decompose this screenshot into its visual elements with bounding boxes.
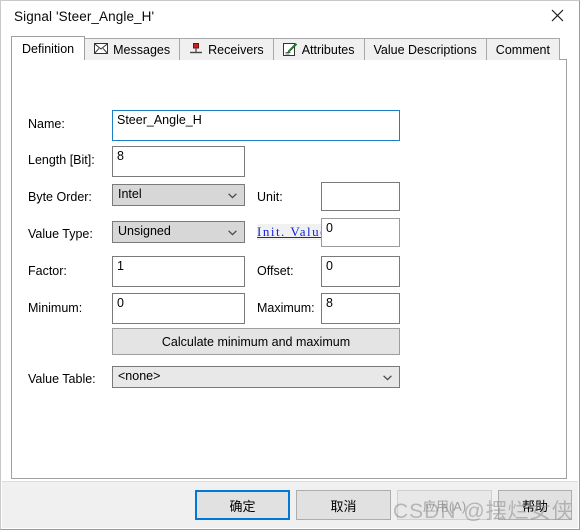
offset-label: Offset:	[257, 264, 294, 278]
tab-strip: Definition Messages Receivers Attributes…	[11, 36, 560, 60]
tab-attributes[interactable]: Attributes	[272, 38, 365, 60]
factor-label: Factor:	[28, 264, 67, 278]
dialog-footer: 确定 取消 应用(A) 帮助	[2, 481, 578, 528]
offset-input[interactable]: 0	[321, 256, 400, 287]
chevron-down-icon	[228, 193, 237, 199]
init-value-input[interactable]: 0	[321, 218, 400, 247]
unit-label: Unit:	[257, 190, 283, 204]
tab-comment-label: Comment	[495, 42, 550, 57]
byte-order-value: Intel	[118, 187, 142, 201]
init-value-link[interactable]: Init. Value	[257, 224, 328, 240]
unit-input[interactable]	[321, 182, 400, 211]
ok-button[interactable]: 确定	[195, 490, 290, 520]
value-type-value: Unsigned	[118, 224, 171, 238]
value-type-select[interactable]: Unsigned	[112, 221, 245, 243]
tab-receivers-label: Receivers	[208, 42, 264, 57]
value-table-select[interactable]: <none>	[112, 366, 400, 388]
tab-receivers[interactable]: Receivers	[179, 38, 274, 60]
value-type-label: Value Type:	[28, 227, 93, 241]
tab-attributes-label: Attributes	[301, 42, 355, 57]
title-bar: Signal 'Steer_Angle_H'	[1, 1, 579, 31]
value-table-label: Value Table:	[28, 372, 96, 386]
name-input[interactable]: Steer_Angle_H	[112, 110, 400, 141]
chevron-down-icon	[228, 230, 237, 236]
window-title: Signal 'Steer_Angle_H'	[14, 8, 155, 24]
tab-value-descriptions[interactable]: Value Descriptions	[363, 38, 487, 60]
node-pin-icon	[189, 43, 203, 56]
definition-panel: Name: Steer_Angle_H Length [Bit]: 8 Byte…	[11, 59, 567, 479]
cancel-button[interactable]: 取消	[296, 490, 391, 520]
calculate-min-max-button[interactable]: Calculate minimum and maximum	[112, 328, 400, 355]
byte-order-select[interactable]: Intel	[112, 184, 245, 206]
help-button[interactable]: 帮助	[498, 490, 572, 520]
length-label: Length [Bit]:	[28, 153, 95, 167]
apply-button: 应用(A)	[397, 490, 492, 520]
maximum-label: Maximum:	[257, 301, 315, 315]
notepad-pencil-icon	[282, 43, 297, 56]
name-label: Name:	[28, 117, 65, 131]
tab-comment[interactable]: Comment	[485, 38, 560, 60]
chevron-down-icon	[383, 375, 392, 381]
envelope-icon	[94, 43, 109, 56]
byte-order-label: Byte Order:	[28, 190, 92, 204]
signal-dialog: Signal 'Steer_Angle_H' Definition Messag…	[0, 0, 580, 530]
minimum-label: Minimum:	[28, 301, 83, 315]
tab-messages-label: Messages	[113, 42, 171, 57]
value-table-value: <none>	[118, 369, 161, 383]
factor-input[interactable]: 1	[112, 256, 245, 287]
maximum-input[interactable]: 8	[321, 293, 400, 324]
tab-messages[interactable]: Messages	[84, 38, 181, 60]
close-icon[interactable]	[535, 1, 579, 30]
minimum-input[interactable]: 0	[112, 293, 245, 324]
tab-definition-label: Definition	[22, 41, 75, 56]
tab-definition[interactable]: Definition	[11, 36, 86, 60]
tab-value-descriptions-label: Value Descriptions	[373, 42, 477, 57]
length-input[interactable]: 8	[112, 146, 245, 177]
